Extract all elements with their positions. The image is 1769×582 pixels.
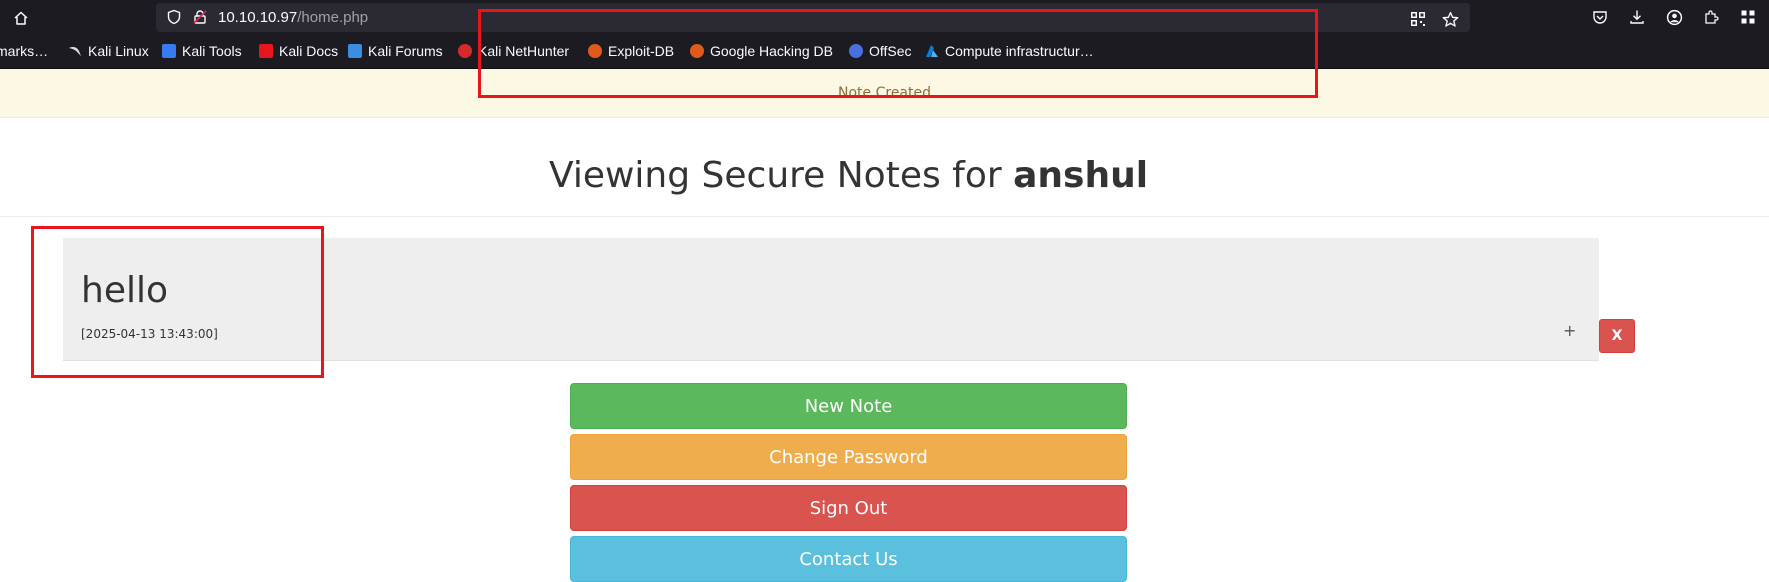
- delete-note-button[interactable]: X: [1599, 319, 1635, 353]
- sign-out-button[interactable]: Sign Out: [570, 485, 1127, 531]
- qr-code-icon[interactable]: [1408, 9, 1428, 29]
- bookmark-label: Kali Linux: [88, 43, 149, 59]
- kali-dragon-icon: [68, 44, 82, 58]
- username: anshul: [1013, 155, 1149, 196]
- new-note-button[interactable]: New Note: [570, 383, 1127, 429]
- bookmark-kali-docs[interactable]: Kali Docs: [259, 43, 338, 59]
- note-highlight-box: [31, 226, 324, 378]
- shield-icon[interactable]: [166, 9, 182, 29]
- title-highlight-box: [478, 9, 1318, 98]
- apps-menu-icon[interactable]: [1738, 7, 1758, 27]
- url-host: 10.10.10.97: [218, 9, 298, 26]
- url-text[interactable]: 10.10.10.97/home.php: [218, 9, 368, 26]
- contact-us-button[interactable]: Contact Us: [570, 536, 1127, 582]
- insecure-lock-icon[interactable]: [192, 9, 208, 29]
- bookmark-label: marks…: [0, 43, 49, 59]
- bookmark-kali-linux[interactable]: Kali Linux: [68, 43, 149, 59]
- bookmark-item[interactable]: marks…: [0, 43, 48, 59]
- nethunter-icon: [458, 44, 472, 58]
- bookmark-label: Kali Docs: [279, 43, 339, 59]
- extensions-icon[interactable]: [1701, 7, 1721, 27]
- kali-forums-icon: [348, 44, 362, 58]
- expand-note-button[interactable]: +: [1563, 321, 1576, 340]
- page-title: Viewing Secure Notes for anshul: [549, 155, 1148, 196]
- url-path: /home.php: [297, 9, 369, 26]
- pocket-icon[interactable]: [1590, 7, 1610, 27]
- download-icon[interactable]: [1627, 7, 1647, 27]
- account-icon[interactable]: [1664, 7, 1684, 27]
- bookmark-label: Kali Tools: [182, 43, 242, 59]
- home-icon[interactable]: [8, 5, 34, 31]
- kali-tools-icon: [162, 44, 176, 58]
- bookmark-kali-forums[interactable]: Kali Forums: [348, 43, 443, 59]
- bookmark-star-icon[interactable]: [1440, 9, 1460, 29]
- bookmark-kali-tools[interactable]: Kali Tools: [162, 43, 242, 59]
- title-prefix: Viewing Secure Notes for: [549, 155, 1014, 196]
- kali-docs-icon: [259, 44, 273, 58]
- bookmark-label: Kali Forums: [368, 43, 443, 59]
- change-password-button[interactable]: Change Password: [570, 434, 1127, 480]
